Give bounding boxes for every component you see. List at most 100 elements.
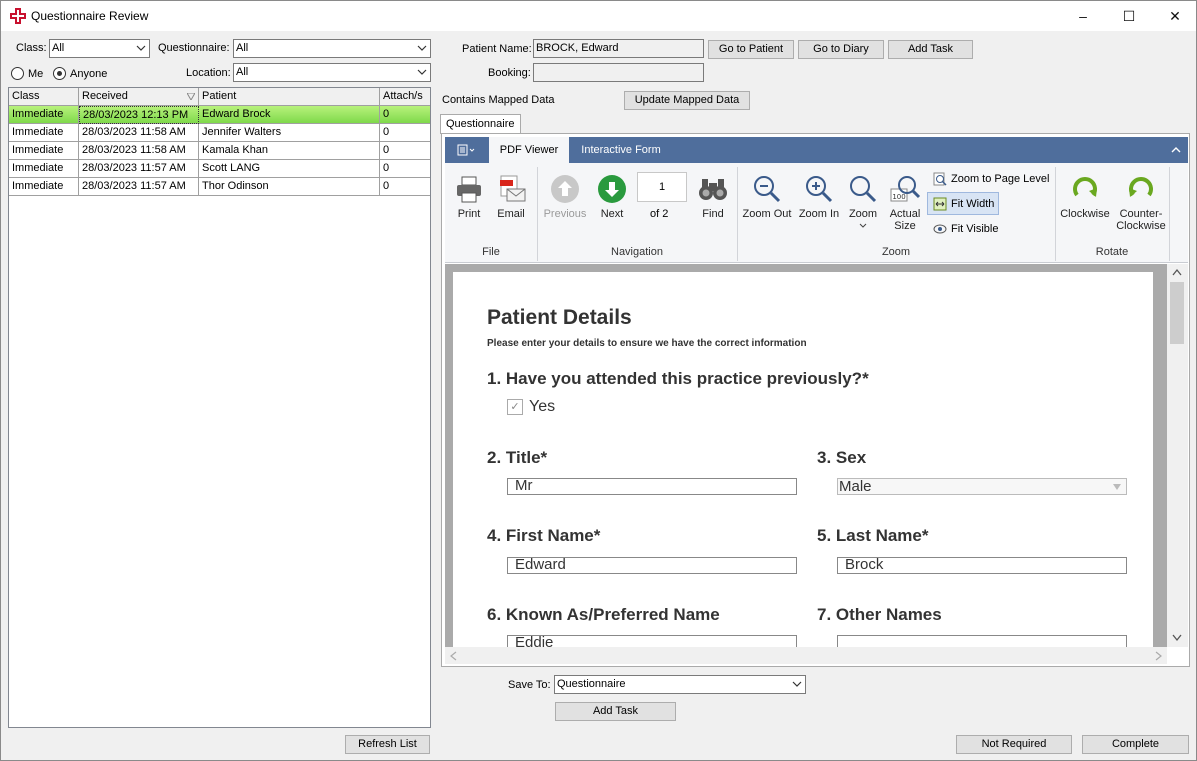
vertical-scrollbar[interactable] [1167, 264, 1188, 647]
chevron-down-icon [417, 45, 427, 51]
question-3: 3. Sex [817, 448, 867, 467]
table-row[interactable]: Immediate 28/03/2023 11:58 AM Jennifer W… [9, 124, 430, 142]
go-to-patient-button[interactable]: Go to Patient [708, 40, 794, 59]
svg-text:100: 100 [892, 193, 905, 201]
cell-attachments: 0 [383, 162, 390, 174]
tab-interactive-form[interactable]: Interactive Form [569, 137, 673, 163]
email-button[interactable]: Email [491, 173, 531, 220]
go-to-diary-button[interactable]: Go to Diary [798, 40, 884, 59]
first-name-field[interactable]: Edward [507, 557, 797, 574]
booking-field[interactable] [533, 63, 704, 82]
fit-visible-label: Fit Visible [951, 223, 999, 235]
arrow-up-circle-icon [551, 175, 579, 203]
save-to-combo-value: Questionnaire [557, 678, 626, 690]
maximize-button[interactable]: ☐ [1106, 1, 1152, 31]
column-header-class[interactable]: Class [9, 88, 79, 106]
add-task-button[interactable]: Add Task [888, 40, 973, 59]
page-count-label: of 2 [650, 208, 669, 220]
class-label: Class: [16, 42, 47, 54]
column-header-attachments[interactable]: Attach/s [380, 88, 430, 106]
cell-received: 28/03/2023 11:57 AM [79, 178, 199, 196]
table-row[interactable]: Immediate 28/03/2023 11:57 AM Thor Odins… [9, 178, 430, 196]
horizontal-scrollbar[interactable] [445, 647, 1167, 664]
scroll-down-icon [1172, 634, 1182, 642]
vertical-scroll-thumb[interactable] [1170, 282, 1184, 344]
page-number-input[interactable]: 1 [637, 172, 687, 202]
find-button[interactable]: Find [693, 173, 733, 220]
cell-class: Immediate [9, 142, 79, 160]
rotate-counter-clockwise-button[interactable]: Counter- Clockwise [1113, 173, 1169, 232]
zoom-dropdown-button[interactable]: Zoom [845, 173, 881, 232]
complete-button[interactable]: Complete [1082, 735, 1189, 754]
table-row[interactable]: Immediate 28/03/2023 11:58 AM Kamala Kha… [9, 142, 430, 160]
column-header-received[interactable]: Received [79, 88, 199, 106]
rotate-group-label: Rotate [1095, 246, 1129, 258]
not-required-button[interactable]: Not Required [956, 735, 1072, 754]
questionnaire-grid[interactable]: Class Received Patient Attach/s Immediat… [8, 87, 431, 728]
cell-attachments: 0 [383, 144, 390, 156]
previous-attendance-checkbox[interactable]: ✓ [507, 399, 523, 415]
counter-clockwise-label-1: Counter- [1119, 208, 1163, 220]
arrow-down-circle-icon [598, 175, 626, 203]
chevron-down-icon [1113, 484, 1121, 490]
questionnaire-review-window: Questionnaire Review – ☐ ✕ Class: All Qu… [0, 0, 1197, 761]
clockwise-label: Clockwise [1060, 208, 1110, 220]
chevron-down-icon [136, 45, 146, 51]
next-button[interactable]: Next [592, 173, 632, 220]
zoom-in-button[interactable]: Zoom In [796, 173, 842, 220]
application-menu-button[interactable] [451, 137, 481, 163]
update-mapped-data-button[interactable]: Update Mapped Data [624, 91, 750, 110]
zoom-in-label: Zoom In [798, 208, 840, 220]
save-to-combo[interactable]: Questionnaire [554, 675, 806, 694]
footer-add-task-button[interactable]: Add Task [555, 702, 676, 721]
fit-visible-button[interactable]: Fit Visible [929, 218, 1029, 240]
fit-visible-icon [933, 224, 947, 234]
zoom-out-icon [754, 176, 781, 203]
ribbon-tab-bar: PDF Viewer Interactive Form [445, 137, 1188, 163]
question-5: 5. Last Name* [817, 526, 929, 545]
question-1-answer: Yes [529, 398, 556, 415]
question-1: 1. Have you attended this practice previ… [487, 369, 869, 388]
previous-button[interactable]: Previous [542, 173, 588, 220]
me-label: Me [28, 68, 44, 80]
title-field[interactable]: Mr [507, 478, 797, 495]
grid-header: Class Received Patient Attach/s [9, 88, 430, 106]
column-header-patient[interactable]: Patient [199, 88, 380, 106]
anyone-label: Anyone [70, 68, 108, 80]
zoom-out-button[interactable]: Zoom Out [742, 173, 792, 220]
close-button[interactable]: ✕ [1152, 1, 1197, 31]
table-row[interactable]: Immediate 28/03/2023 11:57 AM Scott LANG… [9, 160, 430, 178]
sex-select[interactable]: Male [837, 478, 1127, 495]
location-combo[interactable]: All [233, 63, 431, 82]
other-names-field[interactable] [837, 635, 1127, 647]
print-button[interactable]: Print [451, 173, 487, 220]
chevron-up-icon[interactable] [1171, 145, 1181, 155]
rotate-clockwise-button[interactable]: Clockwise [1059, 173, 1111, 220]
known-as-field[interactable]: Eddie [507, 635, 797, 647]
anyone-radio[interactable] [53, 67, 66, 80]
class-combo[interactable]: All [49, 39, 150, 58]
tab-pdf-viewer[interactable]: PDF Viewer [489, 137, 569, 163]
tab-questionnaire[interactable]: Questionnaire [440, 114, 521, 134]
cell-patient: Scott LANG [199, 160, 380, 178]
cell-received: 28/03/2023 12:13 PM [79, 106, 199, 124]
actual-size-label-1: Actual [889, 208, 921, 220]
zoom-to-page-level-button[interactable]: Zoom to Page Level [929, 168, 1055, 190]
actual-size-button[interactable]: 100 Actual Size [886, 173, 924, 232]
minimize-button[interactable]: – [1060, 1, 1106, 31]
patient-name-field[interactable]: BROCK, Edward [533, 39, 704, 58]
questionnaire-combo-value: All [236, 42, 249, 54]
me-radio[interactable] [11, 67, 24, 80]
pdf-document-area[interactable]: Patient Details Please enter your detail… [445, 264, 1167, 647]
fit-width-button[interactable]: Fit Width [927, 192, 999, 215]
cell-received: 28/03/2023 11:57 AM [79, 160, 199, 178]
location-label: Location: [186, 67, 231, 79]
refresh-list-button[interactable]: Refresh List [345, 735, 430, 754]
last-name-field[interactable]: Brock [837, 557, 1127, 574]
questionnaire-combo[interactable]: All [233, 39, 431, 58]
cell-received: 28/03/2023 11:58 AM [79, 124, 199, 142]
navigation-group-label: Navigation [611, 246, 663, 258]
table-row[interactable]: Immediate 28/03/2023 12:13 PM Edward Bro… [9, 106, 430, 124]
group-separator [1169, 167, 1170, 261]
cell-class: Immediate [9, 124, 79, 142]
